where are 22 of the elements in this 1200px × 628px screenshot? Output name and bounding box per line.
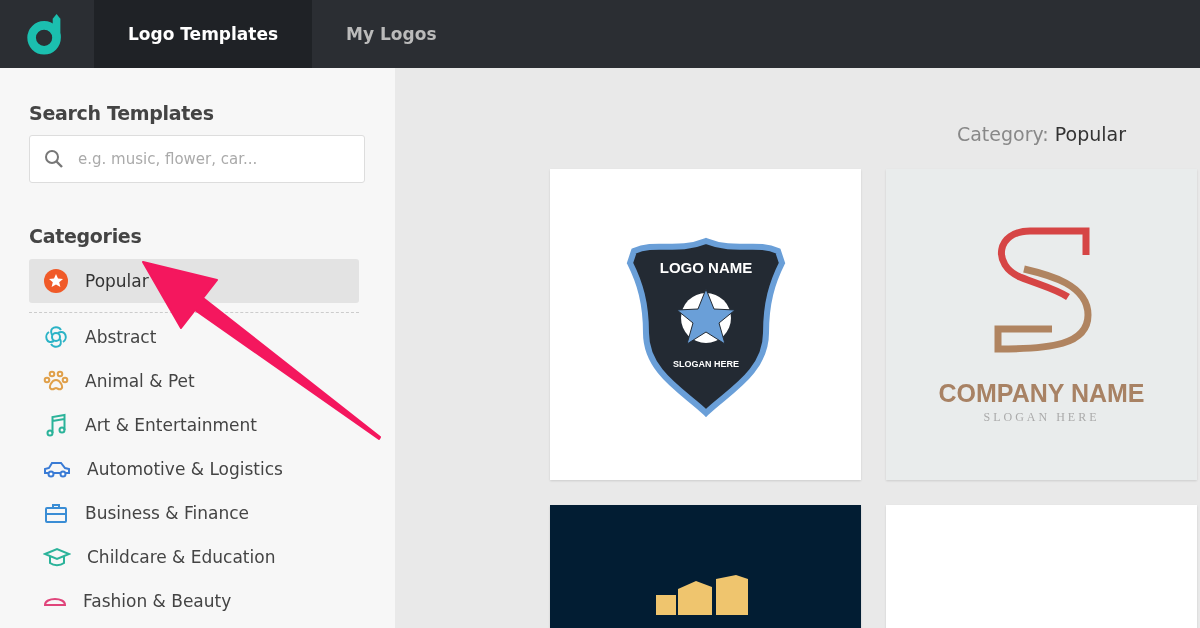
section-title: Search Templates: [29, 102, 215, 124]
nav-tab[interactable]: Logo Templates: [94, 0, 313, 68]
fashion-icon: [43, 596, 67, 606]
company-name-text: COMPANY NAME: [938, 378, 1145, 408]
category-item[interactable]: Abstract: [29, 315, 359, 359]
section-title: Categories: [29, 225, 143, 247]
category-item[interactable]: Business & Finance: [29, 491, 359, 535]
category-item[interactable]: Childcare & Education: [29, 535, 359, 579]
category-item[interactable]: Art & Entertainment: [29, 403, 359, 447]
slogan-text: SLOGAN HERE: [983, 409, 1100, 425]
logo-name-text: LOGO NAME: [659, 258, 752, 276]
search-icon: [44, 149, 64, 169]
category-value: Popular: [1054, 123, 1126, 145]
slogan-text: SLOGAN HERE: [672, 358, 739, 369]
nav-tab[interactable]: My Logos: [312, 0, 471, 68]
swirl-icon: [43, 324, 69, 350]
category-label: Category:: [956, 123, 1049, 145]
logo-template-card[interactable]: LOGO NAME SLOGAN HERE: [550, 169, 861, 480]
category-item[interactable]: Animal & Pet: [29, 359, 359, 403]
category-item[interactable]: Automotive & Logistics: [29, 447, 359, 491]
search-field[interactable]: e.g. music, flower, car...: [29, 135, 365, 183]
category-item[interactable]: Fashion & Beauty: [29, 579, 359, 623]
